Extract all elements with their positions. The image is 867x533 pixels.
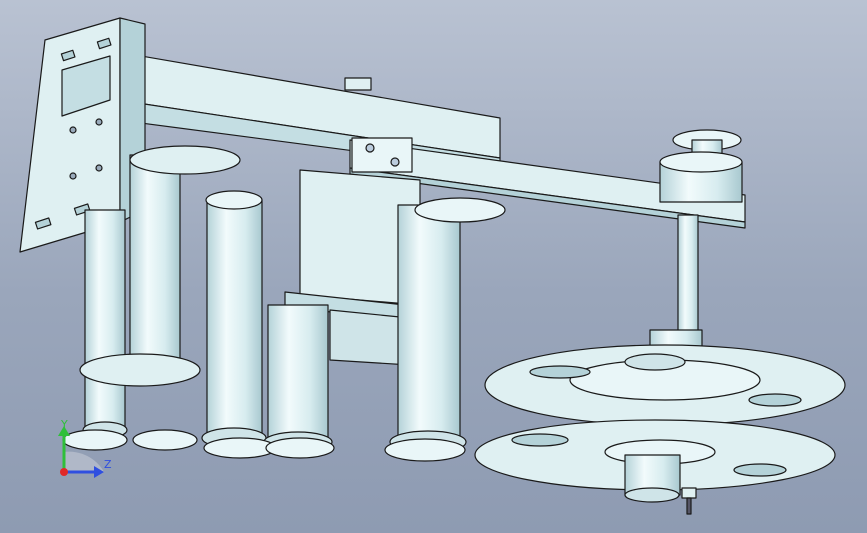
cad-viewport[interactable]: Y Z <box>0 0 867 533</box>
assembly-model[interactable] <box>0 0 867 533</box>
handle <box>681 487 697 515</box>
upper-disc <box>484 344 846 426</box>
roller-1 <box>82 209 128 439</box>
axis-y-label: Y <box>61 418 68 431</box>
mounting-plate <box>19 17 146 253</box>
shaft-assembly <box>649 129 743 361</box>
roller-3 <box>201 190 267 449</box>
axis-z-label: Z <box>104 458 112 471</box>
roller-5 <box>389 197 506 454</box>
lower-disc <box>474 419 836 503</box>
roller-4 <box>263 304 333 453</box>
